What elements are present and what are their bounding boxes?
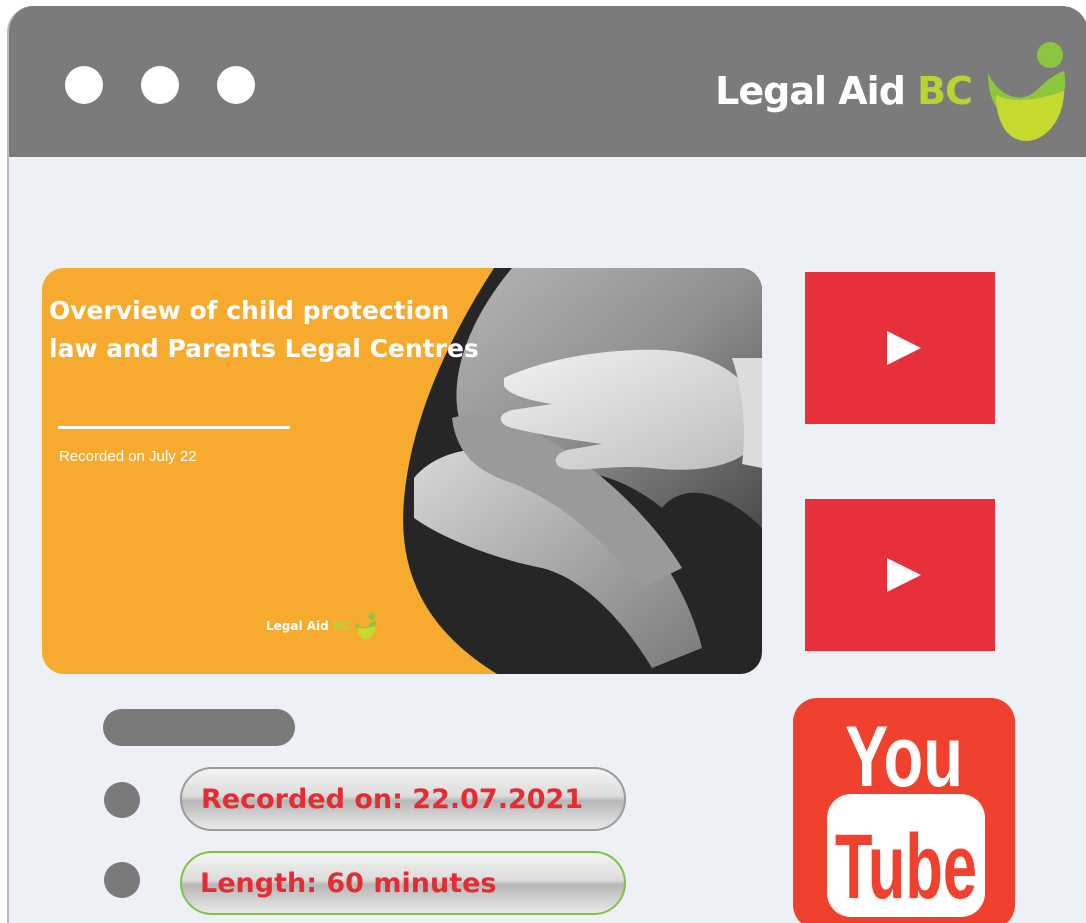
window-dot-2[interactable]	[141, 66, 179, 104]
video-play-button-1[interactable]	[805, 272, 995, 424]
play-icon	[887, 331, 921, 365]
legal-aid-bc-small-logo-icon	[355, 613, 376, 640]
video-title: Overview of child protection law and Par…	[49, 292, 509, 368]
youtube-icon: You Tube	[827, 709, 985, 918]
video-play-button-2[interactable]	[805, 499, 995, 651]
recorded-date-text: Recorded on: 22.07.2021	[201, 783, 584, 815]
video-subtitle: Recorded on July 22	[59, 448, 197, 465]
video-thumbnail[interactable]: Overview of child protection law and Par…	[42, 268, 762, 674]
slide-logo-text: Legal Aid BC	[266, 619, 351, 633]
play-icon	[887, 558, 921, 592]
youtube-logo[interactable]: You Tube	[793, 698, 1015, 923]
recorded-date-field: Recorded on: 22.07.2021	[180, 767, 626, 831]
slide-logo: Legal Aid BC	[266, 612, 377, 640]
legal-aid-bc-logo-icon	[988, 42, 1066, 141]
brand-name: Legal Aid	[715, 69, 906, 113]
brand-logo: Legal Aid BC	[715, 36, 1070, 146]
brand-text: Legal Aid BC	[715, 69, 973, 113]
bullet-recorded	[104, 782, 140, 818]
title-divider	[58, 426, 290, 429]
slide-logo-accent: BC	[332, 619, 351, 633]
slide-logo-name: Legal Aid	[266, 619, 329, 633]
bullet-length	[104, 862, 140, 898]
length-field: Length: 60 minutes	[180, 851, 626, 915]
brand-accent: BC	[917, 69, 973, 113]
video-title-line-2: law and Parents Legal Centres	[49, 334, 479, 363]
placeholder-bar	[103, 709, 295, 746]
title-bar: Legal Aid BC	[9, 6, 1086, 157]
youtube-you-text: You	[845, 709, 963, 805]
window-dot-1[interactable]	[65, 66, 103, 104]
video-title-line-1: Overview of child protection	[49, 296, 450, 325]
window-dot-3[interactable]	[217, 66, 255, 104]
youtube-tube-text: Tube	[835, 816, 977, 918]
length-text: Length: 60 minutes	[200, 867, 497, 899]
browser-window: Legal Aid BC Overview of child protectio…	[7, 6, 1086, 923]
